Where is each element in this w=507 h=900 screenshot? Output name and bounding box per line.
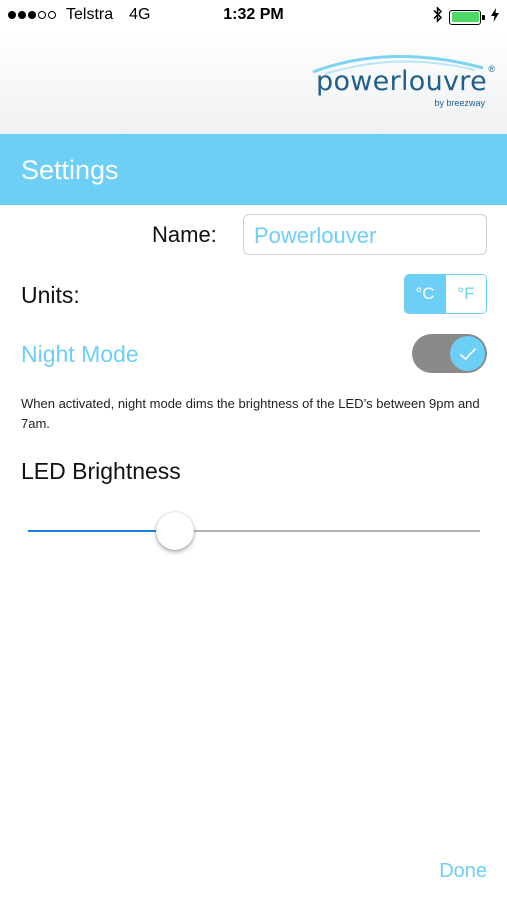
name-field[interactable]: Powerlouver bbox=[243, 214, 487, 255]
logo-registered: ® bbox=[488, 64, 495, 74]
slider-fill bbox=[28, 530, 176, 532]
powerlouvre-logo: powerlouvre ® by breezway bbox=[305, 50, 495, 112]
app-header: powerlouvre ® by breezway bbox=[0, 30, 507, 134]
units-segmented-control: °C °F bbox=[404, 274, 487, 314]
units-label: Units: bbox=[21, 282, 80, 308]
bluetooth-icon bbox=[433, 6, 443, 28]
status-bar: Telstra 4G 1:32 PM bbox=[0, 0, 507, 30]
led-brightness-slider[interactable] bbox=[28, 511, 480, 551]
done-button[interactable]: Done bbox=[439, 860, 487, 883]
name-label: Name: bbox=[152, 222, 217, 247]
charging-bolt-icon bbox=[491, 7, 499, 27]
units-fahrenheit-button[interactable]: °F bbox=[445, 275, 486, 313]
status-right bbox=[433, 6, 499, 28]
title-bar: Settings bbox=[0, 134, 507, 205]
checkmark-icon bbox=[459, 347, 476, 360]
page-title: Settings bbox=[21, 155, 119, 185]
night-mode-toggle[interactable] bbox=[412, 334, 487, 373]
night-mode-description: When activated, night mode dims the brig… bbox=[21, 396, 480, 431]
logo-word: powerlouvre bbox=[316, 66, 487, 97]
led-brightness-label: LED Brightness bbox=[21, 458, 181, 484]
units-celsius-button[interactable]: °C bbox=[405, 275, 445, 313]
battery-icon bbox=[449, 9, 485, 25]
logo-subtitle: by breezway bbox=[434, 98, 485, 108]
night-mode-label: Night Mode bbox=[21, 341, 139, 367]
status-time: 1:32 PM bbox=[223, 6, 284, 23]
toggle-knob bbox=[450, 336, 485, 371]
slider-thumb[interactable] bbox=[156, 512, 195, 550]
